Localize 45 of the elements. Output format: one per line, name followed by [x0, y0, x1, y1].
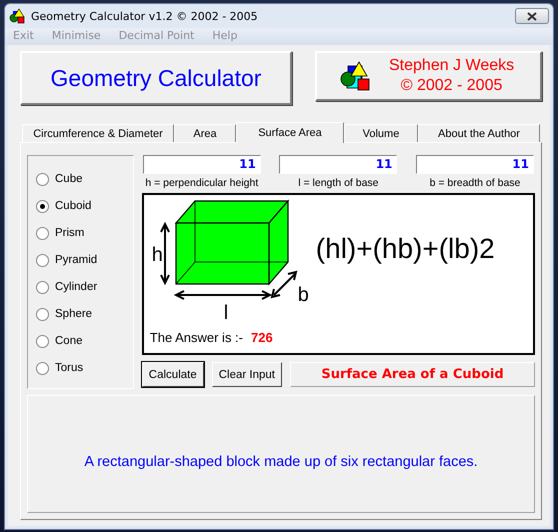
input-field[interactable]: 11	[279, 155, 398, 174]
radio-button[interactable]	[36, 308, 49, 320]
radio-button[interactable]	[36, 334, 49, 348]
answer-label: The Answer is :-	[150, 330, 243, 345]
formula-text: (hl)+(hb)+(lb)2	[316, 233, 495, 265]
shape-radio[interactable]: Cone	[36, 332, 133, 350]
field-label: l = length of base	[298, 177, 379, 189]
radio-button[interactable]	[36, 254, 49, 266]
tab[interactable]: Surface Area	[236, 122, 344, 143]
tab[interactable]: Volume	[344, 124, 418, 142]
radio-button[interactable]	[36, 200, 49, 212]
result-title: Surface Area of a Cuboid	[290, 362, 535, 387]
tab[interactable]: About the Author	[418, 124, 540, 142]
app-heading: Geometry Calculator	[50, 64, 262, 92]
shape-radio[interactable]: Cylinder	[36, 278, 133, 296]
shape-radio[interactable]: Cuboid	[36, 197, 133, 215]
action-button[interactable]: Calculate	[142, 362, 204, 387]
radio-button[interactable]	[36, 172, 49, 186]
height-label: h	[152, 245, 163, 265]
radio-button[interactable]	[36, 362, 49, 374]
answer-value: 726	[251, 330, 273, 345]
tab[interactable]: Circumference & Diameter	[22, 124, 174, 142]
input-field[interactable]: 11	[142, 155, 261, 174]
input-field[interactable]: 11	[416, 155, 534, 174]
close-button[interactable]	[515, 8, 549, 24]
shapes-logo-icon	[339, 60, 371, 92]
shape-radio[interactable]: Prism	[36, 224, 133, 242]
shape-radio[interactable]: Cube	[36, 170, 133, 188]
length-label: l	[224, 303, 228, 323]
shape-radio[interactable]: Torus	[36, 359, 133, 377]
shape-radio[interactable]: Sphere	[36, 305, 133, 323]
copyright-text: © 2002 - 2005	[400, 76, 502, 96]
author-name: Stephen J Weeks	[389, 56, 514, 76]
action-button[interactable]: Clear Input	[212, 362, 282, 387]
shapes-icon	[9, 8, 25, 24]
description-text: A rectangular-shaped block made up of six rectangular faces.	[84, 454, 478, 470]
tab[interactable]: Area	[174, 124, 236, 142]
window-title: Geometry Calculator v1.2 © 2002 - 2005	[31, 10, 258, 22]
field-label: b = breadth of base	[430, 177, 520, 189]
field-label: h = perpendicular height	[145, 177, 258, 189]
shape-radio[interactable]: Pyramid	[36, 251, 133, 269]
close-icon	[527, 12, 537, 20]
radio-button[interactable]	[36, 280, 49, 294]
breadth-label: b	[298, 285, 309, 305]
radio-button[interactable]	[36, 226, 49, 240]
